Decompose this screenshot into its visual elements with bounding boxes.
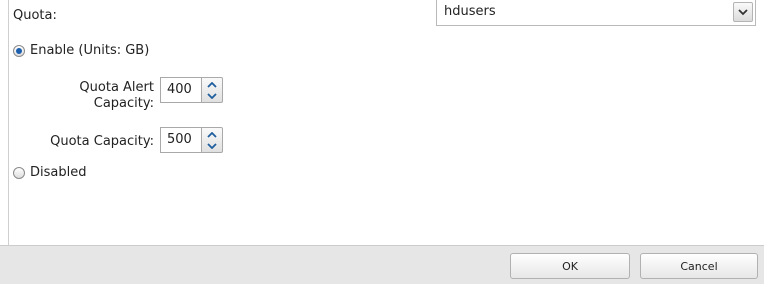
quota-alert-label: Quota Alert Capacity: [40,80,154,112]
quota-capacity-input[interactable]: 500 [160,127,202,153]
quota-capacity-label: Quota Capacity: [50,134,154,149]
quota-heading: Quota: [13,8,57,23]
disabled-radio-label: Disabled [30,165,87,180]
quota-capacity-stepper[interactable]: 500 [160,127,223,153]
quota-alert-stepper[interactable]: 400 [160,77,223,103]
disabled-radio[interactable] [13,166,25,179]
enable-radio[interactable] [13,44,25,57]
group-select-value: hdusers [444,4,496,19]
quota-alert-spinner[interactable] [202,77,223,103]
cancel-button[interactable]: Cancel [640,253,758,279]
ok-button[interactable]: OK [510,253,630,279]
enable-quota-option[interactable]: Enable (Units: GB) [13,43,149,58]
chevron-down-icon[interactable] [206,90,218,101]
disable-quota-option[interactable]: Disabled [13,165,86,180]
enable-radio-label: Enable (Units: GB) [30,43,150,58]
quota-capacity-spinner[interactable] [202,127,223,153]
chevron-down-icon[interactable] [733,2,753,22]
chevron-down-icon[interactable] [206,140,218,151]
chevron-up-icon[interactable] [206,129,218,140]
panel-border [8,0,9,245]
chevron-up-icon[interactable] [206,79,218,90]
quota-panel: Quota: hdusers Enable (Units: GB) Quota … [0,0,764,245]
quota-alert-input[interactable]: 400 [160,77,202,103]
group-select[interactable]: hdusers [436,0,756,26]
quota-alert-label-line1: Quota Alert [79,80,154,95]
dialog-footer: OK Cancel [0,245,764,284]
quota-alert-label-line2: Capacity: [93,96,154,111]
